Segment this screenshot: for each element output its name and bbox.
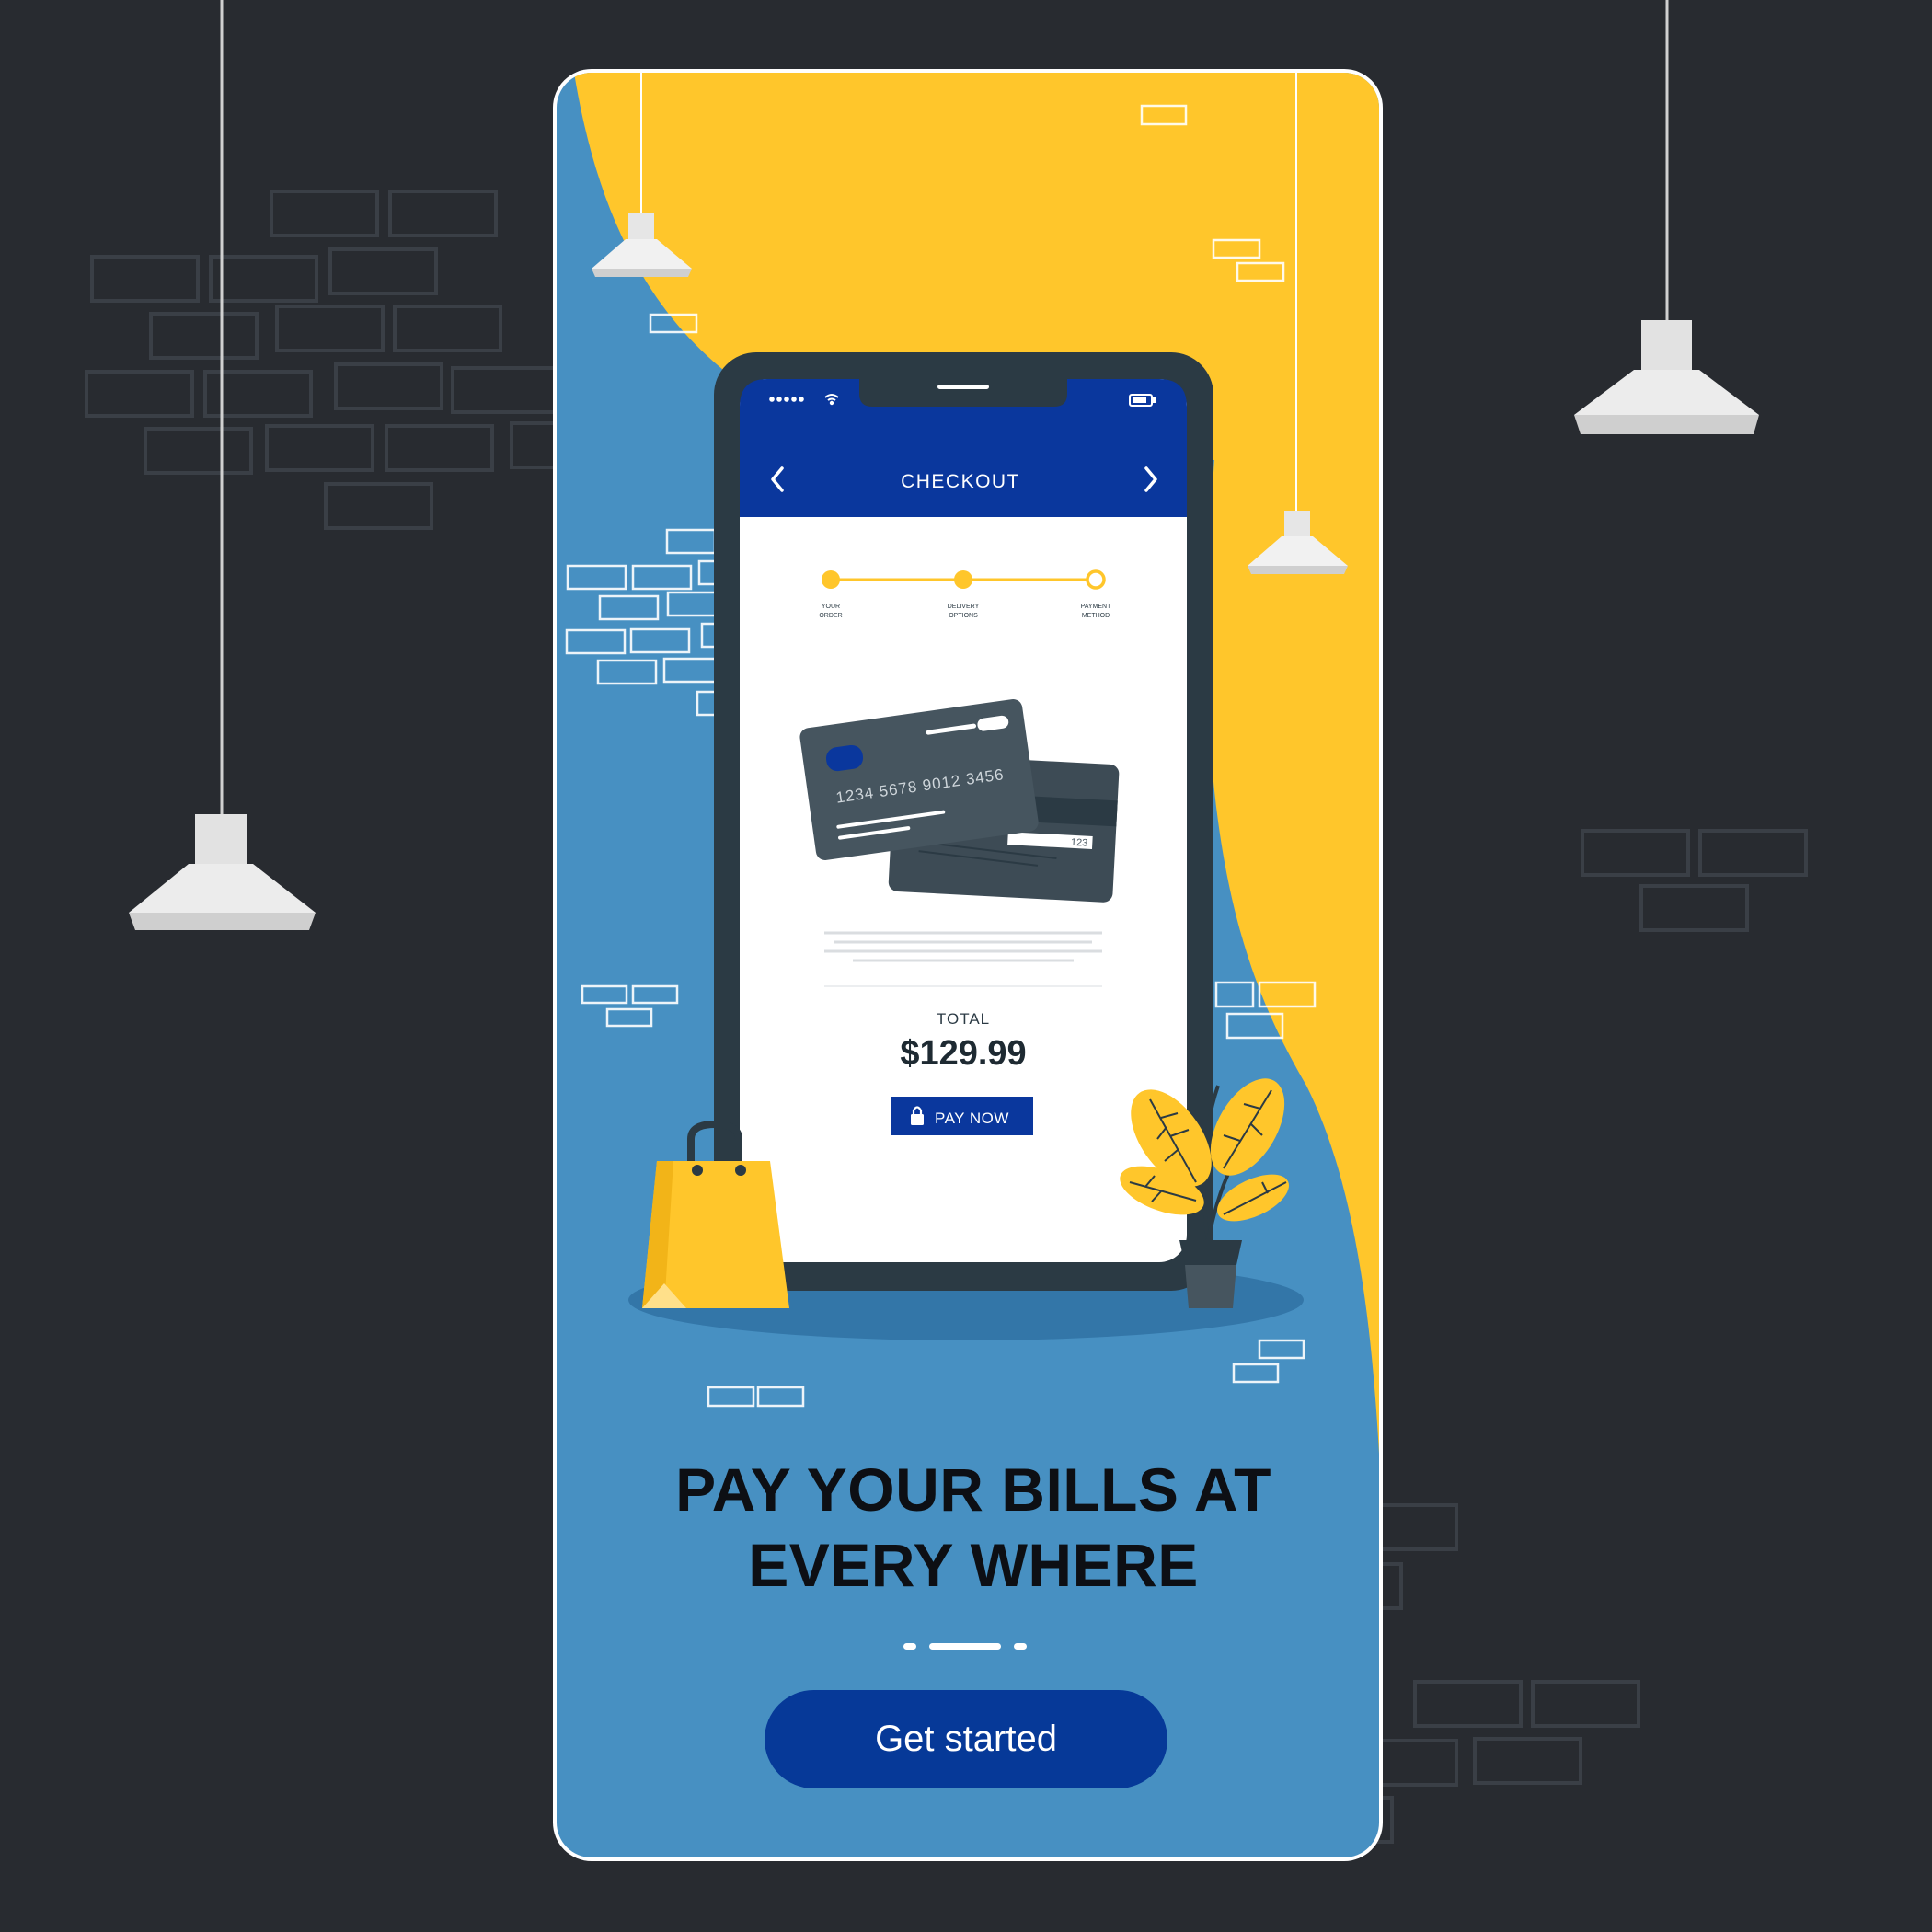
step-label: DELIVERY [948,604,980,610]
step-dot-order [822,570,840,589]
phone-mockup: CHECKOUT YOUR ORDER DELIVERY OPTIONS PAY… [714,352,1213,1291]
page-indicator [903,1643,1030,1650]
onboarding-headline: PAY YOUR BILLS AT EVERY WHERE [585,1452,1362,1603]
step-label: ORDER [819,613,842,619]
hanging-lamp-left [129,0,316,930]
onboarding-stage: CHECKOUT YOUR ORDER DELIVERY OPTIONS PAY… [0,0,1932,1932]
pay-now-button[interactable]: PAY NOW [891,1097,1033,1135]
get-started-button[interactable]: Get started [765,1690,1167,1788]
total-amount: $129.99 [900,1034,1026,1073]
illustration: CHECKOUT YOUR ORDER DELIVERY OPTIONS PAY… [85,0,1808,1861]
step-label: PAYMENT [1081,604,1112,610]
step-label: YOUR [822,604,840,610]
checkout-title: CHECKOUT [901,471,1020,492]
headline-line-1: PAY YOUR BILLS AT [675,1455,1271,1524]
page-dot-active[interactable] [929,1643,1001,1650]
page-dot[interactable] [903,1643,916,1650]
total-label: TOTAL [937,1010,990,1028]
step-label: OPTIONS [949,613,978,619]
card-cvv: 123 [1071,837,1088,849]
hanging-lamp-right [1574,0,1759,434]
page-dot[interactable] [1014,1643,1027,1650]
pay-now-label: PAY NOW [935,1110,1009,1127]
step-dot-payment [1086,569,1106,590]
headline-line-2: EVERY WHERE [748,1531,1199,1599]
step-label: METHOD [1082,613,1110,619]
step-dot-delivery [954,570,972,589]
